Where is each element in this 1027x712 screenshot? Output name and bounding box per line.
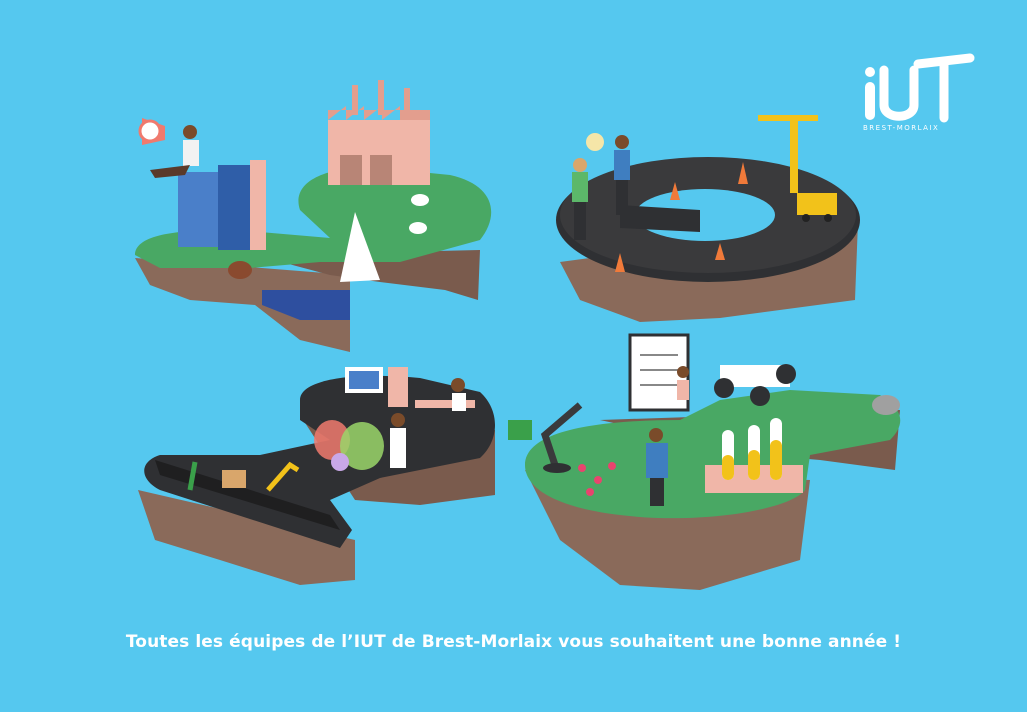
digit-2-island-bottom (138, 367, 495, 585)
chicken-icon (228, 261, 252, 279)
digit-2-island-top (135, 80, 492, 352)
whiteboard-icon (628, 333, 690, 412)
digit-0-island-top (556, 115, 860, 322)
factory-icon (328, 80, 430, 185)
hen-icon (872, 395, 900, 415)
iut-logo-subtitle: BREST-MORLAIX (863, 124, 940, 132)
greeting-caption: Toutes les équipes de l’IUT de Brest-Mor… (125, 632, 902, 652)
person-megaphone-icon (138, 118, 199, 178)
buildings-icon (178, 160, 266, 250)
digit-0-island-bottom (508, 333, 901, 590)
